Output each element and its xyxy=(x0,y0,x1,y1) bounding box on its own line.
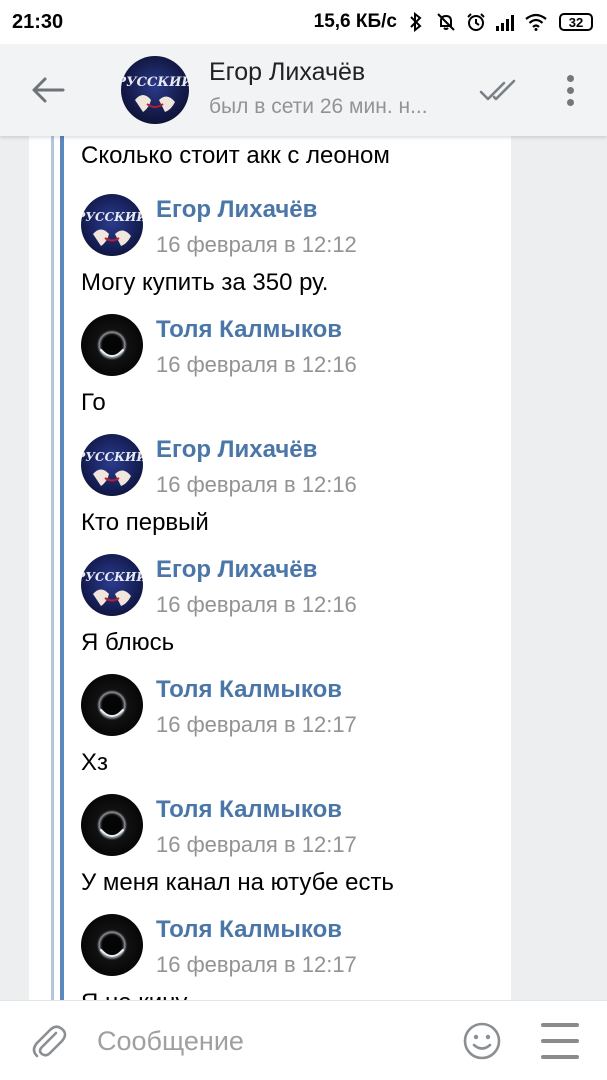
message-text: Хз xyxy=(81,749,109,776)
avatar-image: РУССКИЙ xyxy=(81,568,143,606)
message-date: 16 февраля в 12:17 xyxy=(156,712,357,737)
network-speed: 15,6 КБ/с xyxy=(313,11,397,32)
avatar-image xyxy=(96,329,128,361)
message-date: 16 февраля в 12:16 xyxy=(156,592,357,617)
svg-text:РУССКИЙ: РУССКИЙ xyxy=(121,73,189,90)
author-name[interactable]: Егор Лихачёв xyxy=(156,436,317,464)
forward-line-outer xyxy=(51,136,54,1000)
more-menu-button[interactable] xyxy=(555,70,585,110)
status-right: 15,6 КБ/с 32 xyxy=(314,11,593,33)
author-name[interactable]: Егор Лихачёв xyxy=(156,556,317,584)
message-text: Го xyxy=(81,389,106,416)
dot-icon xyxy=(566,98,574,106)
message-date: 16 февраля в 12:12 xyxy=(156,232,357,257)
dot-icon xyxy=(566,86,574,94)
svg-text:РУССКИЙ: РУССКИЙ xyxy=(81,208,143,224)
message-date: 16 февраля в 12:16 xyxy=(156,352,357,377)
avatar-image: РУССКИЙ xyxy=(81,448,143,486)
author-avatar[interactable] xyxy=(81,794,143,856)
alarm-icon xyxy=(465,11,487,33)
double-check-icon xyxy=(479,79,516,101)
status-time: 21:30 xyxy=(12,10,64,33)
forward-line-inner xyxy=(60,136,64,1000)
chat-area[interactable]: Сколько стоит акк с леоном РУССКИЙ Егор Л… xyxy=(0,136,607,1000)
author-avatar[interactable]: РУССКИЙ xyxy=(81,434,143,496)
smile-icon xyxy=(463,1022,501,1060)
header-title-block[interactable]: Егор Лихачёв был в сети 26 мин. н... xyxy=(209,58,428,119)
author-avatar[interactable]: РУССКИЙ xyxy=(81,194,143,256)
bot-keyboard-button[interactable] xyxy=(541,1023,579,1059)
message-composer xyxy=(0,1000,607,1080)
mute-icon xyxy=(435,11,457,33)
line-icon xyxy=(541,1039,579,1043)
svg-text:РУССКИЙ: РУССКИЙ xyxy=(81,568,143,584)
author-avatar[interactable] xyxy=(81,674,143,736)
contact-name: Егор Лихачёв xyxy=(209,58,366,86)
author-name[interactable]: Толя Калмыков xyxy=(156,796,342,824)
author-name[interactable]: Толя Калмыков xyxy=(156,316,342,344)
attach-button[interactable] xyxy=(28,1021,68,1061)
svg-text:РУССКИЙ: РУССКИЙ xyxy=(81,448,143,464)
partial-message-text: Сколько стоит акк с леоном xyxy=(81,142,390,169)
arrow-left-icon xyxy=(32,77,65,103)
author-avatar[interactable] xyxy=(81,914,143,976)
battery-icon: 32 xyxy=(559,13,593,31)
avatar-image xyxy=(96,809,128,841)
avatar-image: РУССКИЙ xyxy=(81,208,143,246)
message-text: Могу купить за 350 ру. xyxy=(81,269,329,296)
mark-read-button[interactable] xyxy=(478,72,518,108)
bluetooth-icon xyxy=(405,11,427,33)
message-input[interactable] xyxy=(97,1021,437,1061)
author-name[interactable]: Толя Калмыков xyxy=(156,676,342,704)
author-name[interactable]: Толя Калмыков xyxy=(156,916,342,944)
line-icon xyxy=(541,1023,579,1027)
back-button[interactable] xyxy=(0,44,96,136)
emoji-button[interactable] xyxy=(462,1021,502,1061)
message-date: 16 февраля в 12:16 xyxy=(156,472,357,497)
chat-header: РУССКИЙ Егор Лихачёв был в сети 26 мин. … xyxy=(0,44,607,136)
wifi-icon xyxy=(525,11,547,33)
line-icon xyxy=(541,1055,579,1059)
contact-status: был в сети 26 мин. н... xyxy=(209,95,428,118)
contact-avatar[interactable]: РУССКИЙ xyxy=(121,56,189,124)
message-text: Я блюсь xyxy=(81,629,175,656)
dot-icon xyxy=(566,74,574,82)
author-avatar[interactable]: РУССКИЙ xyxy=(81,554,143,616)
avatar-image xyxy=(96,929,128,961)
message-date: 16 февраля в 12:17 xyxy=(156,952,357,977)
message-text: У меня канал на ютубе есть xyxy=(81,869,394,896)
status-bar: 21:30 15,6 КБ/с 32 xyxy=(0,0,607,44)
message-date: 16 февраля в 12:17 xyxy=(156,832,357,857)
message-text: Я не кину xyxy=(81,989,187,1000)
signal-icon xyxy=(495,11,517,33)
paperclip-icon xyxy=(32,1025,67,1058)
message-text: Кто первый xyxy=(81,509,209,536)
author-avatar[interactable] xyxy=(81,314,143,376)
avatar-image xyxy=(96,689,128,721)
author-name[interactable]: Егор Лихачёв xyxy=(156,196,317,224)
